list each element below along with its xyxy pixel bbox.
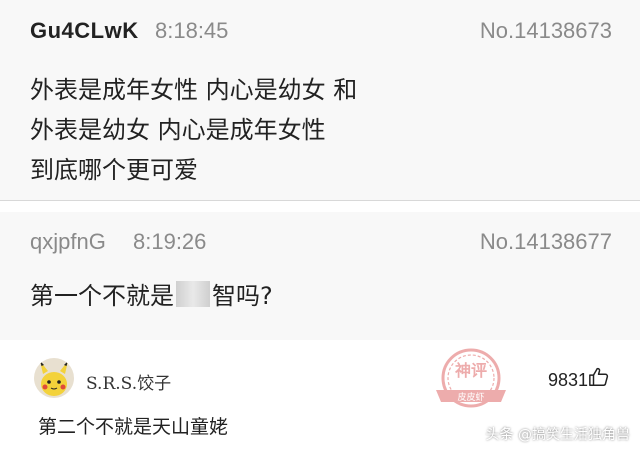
post-body: 外表是成年女性 内心是幼女 和 外表是幼女 内心是成年女性 到底哪个更可爱 xyxy=(30,70,357,190)
reply-time: 8:19:26 xyxy=(133,229,207,254)
post-divider xyxy=(0,201,640,211)
reply-text-start: 第一个不就是 xyxy=(30,282,174,310)
post-line: 外表是幼女 内心是成年女性 xyxy=(30,116,326,144)
censor-block xyxy=(176,280,210,307)
watermark: 头条 @搞笑生活独角兽 xyxy=(485,427,630,443)
pikachu-avatar-icon xyxy=(34,358,74,398)
post-number[interactable]: No.14138673 xyxy=(480,18,612,44)
post-line: 外表是成年女性 内心是幼女 和 xyxy=(30,76,358,104)
post-line: 到底哪个更可爱 xyxy=(30,156,198,184)
post-username[interactable]: Gu4CLwK xyxy=(30,18,139,44)
post-time: 8:18:45 xyxy=(155,18,229,43)
thumbs-up-icon[interactable] xyxy=(588,366,610,388)
reply-username[interactable]: qxjpfnG xyxy=(30,229,106,255)
top-comment-stamp-icon: 神评 皮皮虾 xyxy=(436,348,506,408)
avatar[interactable] xyxy=(34,358,74,398)
reply-number[interactable]: No.14138677 xyxy=(480,229,612,255)
reply-text-end: 智吗? xyxy=(212,282,273,310)
like-count: 9831 xyxy=(547,370,588,390)
comment-text: 第二个不就是天山童姥 xyxy=(38,416,229,438)
comment-username[interactable]: S.R.S.饺子 xyxy=(86,369,171,394)
stamp-subtitle: 皮皮虾 xyxy=(457,391,484,403)
reply-body: 第一个不就是 智吗? xyxy=(30,276,273,311)
stamp-title: 神评 xyxy=(455,361,487,380)
